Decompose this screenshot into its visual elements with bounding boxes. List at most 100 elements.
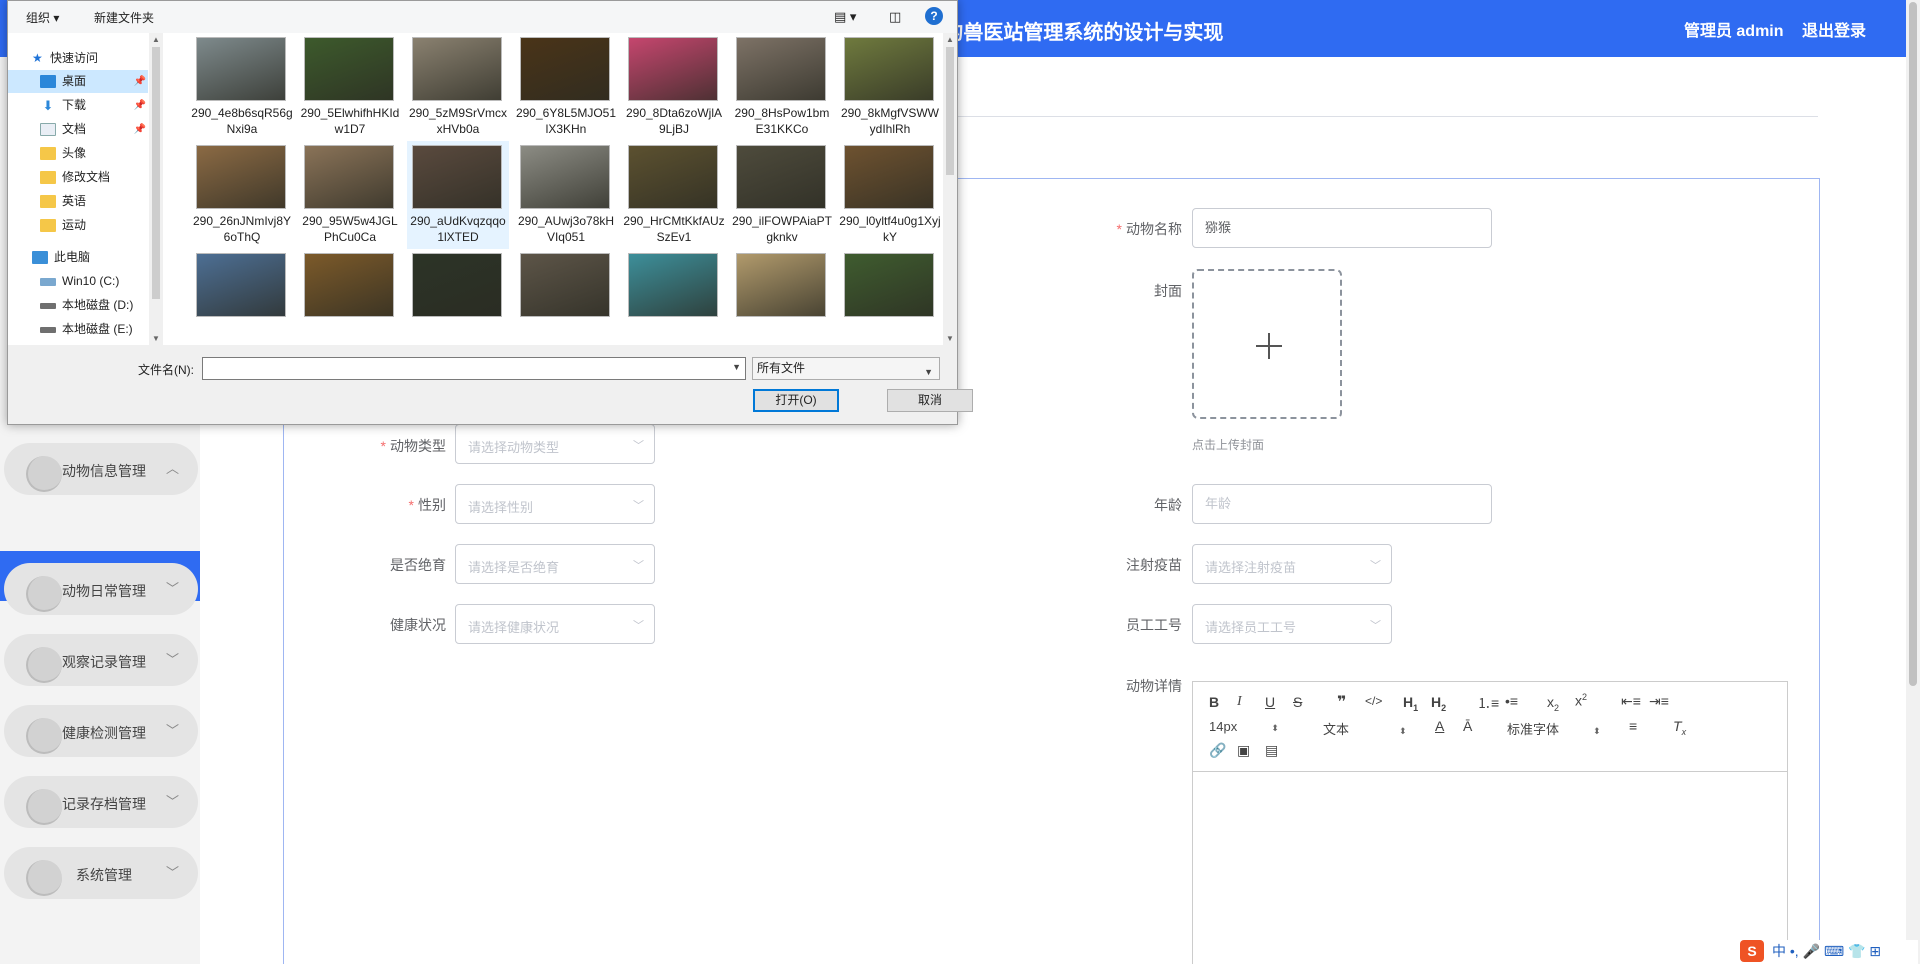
file-item[interactable]: 290_8Dta6zoWjlA9LjBJ xyxy=(623,33,725,141)
sidebar-group-observation[interactable]: 观察记录管理 ﹀ xyxy=(4,634,198,686)
sidebar-group-label: 动物信息管理 xyxy=(62,463,146,479)
code-icon[interactable]: </> xyxy=(1365,694,1382,708)
file-item[interactable]: 290_5ElwhifhHKIdw1D7 xyxy=(299,33,401,141)
image-icon[interactable]: ▣ xyxy=(1237,742,1250,759)
strikethrough-icon[interactable]: S xyxy=(1293,694,1302,710)
nav-desktop[interactable]: 桌面 📌 xyxy=(8,70,148,93)
file-item[interactable]: 290_26nJNmIvj8Y6oThQ xyxy=(191,141,293,249)
file-item[interactable]: 290_HrCMtKkfAUzSzEv1 xyxy=(623,141,725,249)
indent-icon[interactable]: ⇥≡ xyxy=(1649,693,1669,710)
file-item[interactable]: 290_ilFOWPAiaPTgknkv xyxy=(731,141,833,249)
filename-input[interactable]: ▼ xyxy=(202,357,746,380)
blockquote-icon[interactable]: ❞ xyxy=(1337,692,1346,712)
sidebar-group-system[interactable]: 系统管理 ﹀ xyxy=(4,847,198,899)
underline-icon[interactable]: U xyxy=(1265,694,1275,710)
help-icon[interactable]: ? xyxy=(925,7,943,25)
vaccine-select[interactable]: 请选择注射疫苗 ﹀ xyxy=(1192,544,1392,584)
nav-drive-c[interactable]: Win10 (C:) xyxy=(8,270,148,293)
file-item[interactable] xyxy=(191,249,293,345)
scroll-down-icon[interactable]: ▼ xyxy=(946,334,954,343)
new-folder-button[interactable]: 新建文件夹 xyxy=(94,9,154,26)
staff-no-select[interactable]: 请选择员工工号 ﹀ xyxy=(1192,604,1392,644)
heading2-icon[interactable]: H2 xyxy=(1431,694,1446,713)
nav-folder-edit-docs[interactable]: 修改文档 xyxy=(8,166,148,189)
sidebar-group-animal-info[interactable]: 动物信息管理 ︿ xyxy=(4,443,198,495)
gender-select[interactable]: 请选择性别 ﹀ xyxy=(455,484,655,524)
preview-pane-icon[interactable]: ◫ xyxy=(889,9,901,25)
nav-drive-e[interactable]: 本地磁盘 (E:) xyxy=(8,318,148,341)
font-color-icon[interactable]: A xyxy=(1435,718,1444,734)
file-item[interactable]: 290_l0yltf4u0g1XyjkY xyxy=(839,141,941,249)
cover-uploader[interactable] xyxy=(1192,269,1342,419)
file-item[interactable]: 290_8kMgfVSWWydIhlRh xyxy=(839,33,941,141)
video-icon[interactable]: ▤ xyxy=(1265,742,1278,759)
file-grid-scrollbar[interactable]: ▲ ▼ xyxy=(943,33,957,345)
chevron-down-icon: ﹀ xyxy=(1370,620,1381,632)
nav-downloads[interactable]: ⬇ 下载 📌 xyxy=(8,94,148,117)
animal-name-input[interactable]: 猕猴 xyxy=(1192,208,1492,248)
heading1-icon[interactable]: H1 xyxy=(1403,694,1418,713)
chevron-down-icon[interactable]: ▼ xyxy=(732,362,741,372)
health-select[interactable]: 请选择健康状况 ﹀ xyxy=(455,604,655,644)
bullet-list-icon[interactable]: •≡ xyxy=(1505,693,1518,709)
file-item[interactable]: 290_8HsPow1bmE31KKCo xyxy=(731,33,833,141)
subscript-icon[interactable]: x2 xyxy=(1547,694,1559,713)
ime-toolbar[interactable]: S 中 •, 🎤 ⌨ 👕 ⊞ xyxy=(1740,940,1918,964)
sidebar-group-health-check[interactable]: 健康检测管理 ﹀ xyxy=(4,705,198,757)
ordered-list-icon[interactable]: ⒈≡ xyxy=(1477,693,1499,713)
sterilized-label: 是否绝育 xyxy=(390,557,446,573)
link-icon[interactable]: 🔗 xyxy=(1209,742,1226,759)
file-item[interactable]: 290_4e8b6sqR56gNxi9a xyxy=(191,33,293,141)
scroll-up-icon[interactable]: ▲ xyxy=(946,35,954,44)
font-size-select[interactable]: 14px ⬍ xyxy=(1209,719,1279,734)
sidebar-group-daily[interactable]: 动物日常管理 ﹀ xyxy=(4,563,198,615)
file-item[interactable]: 290_6Y8L5MJO51lX3KHn xyxy=(515,33,617,141)
scroll-down-icon[interactable]: ▼ xyxy=(152,334,160,343)
view-options-icon[interactable]: ▤ ▾ xyxy=(834,9,856,25)
file-item[interactable] xyxy=(731,249,833,345)
scroll-up-icon[interactable]: ▲ xyxy=(152,35,160,44)
sidebar-group-archive[interactable]: 记录存档管理 ﹀ xyxy=(4,776,198,828)
italic-icon[interactable]: I xyxy=(1237,694,1242,710)
file-item[interactable] xyxy=(839,249,941,345)
nav-folder-english[interactable]: 英语 xyxy=(8,190,148,213)
clear-format-icon[interactable]: Tx xyxy=(1673,718,1686,737)
document-icon xyxy=(40,123,56,137)
file-type-select[interactable]: 所有文件 ▼ xyxy=(752,357,940,380)
file-item[interactable] xyxy=(623,249,725,345)
animal-type-select[interactable]: 请选择动物类型 ﹀ xyxy=(455,424,655,464)
nav-documents[interactable]: 文档 📌 xyxy=(8,118,148,141)
file-grid-scrollbar-thumb[interactable] xyxy=(946,47,954,175)
page-scrollbar-thumb[interactable] xyxy=(1909,2,1917,686)
file-item[interactable]: 290_AUwj3o78kHVIq051 xyxy=(515,141,617,249)
cancel-button[interactable]: 取消 xyxy=(887,389,973,412)
file-item[interactable] xyxy=(299,249,401,345)
nav-quick-access[interactable]: ★ 快速访问 xyxy=(8,47,148,70)
age-input[interactable]: 年龄 xyxy=(1192,484,1492,524)
align-icon[interactable]: ≡ xyxy=(1629,718,1637,734)
file-item[interactable]: 290_aUdKvqzqqo1lXTED xyxy=(407,141,509,249)
superscript-icon[interactable]: x2 xyxy=(1575,692,1587,709)
bold-icon[interactable]: B xyxy=(1209,694,1219,710)
nav-drive-d[interactable]: 本地磁盘 (D:) xyxy=(8,294,148,317)
age-label: 年龄 xyxy=(1154,497,1182,513)
file-item[interactable]: 290_95W5w4JGLPhCu0Ca xyxy=(299,141,401,249)
page-scrollbar[interactable] xyxy=(1906,0,1920,964)
navigation-scrollbar-thumb[interactable] xyxy=(152,47,160,299)
nav-this-pc[interactable]: 此电脑 xyxy=(8,246,148,269)
logout-link[interactable]: 退出登录 xyxy=(1802,23,1866,40)
nav-folder-sports[interactable]: 运动 xyxy=(8,214,148,237)
outdent-icon[interactable]: ⇤≡ xyxy=(1621,693,1641,710)
font-family-select[interactable]: 标准字体 ⬍ xyxy=(1507,719,1601,738)
file-item[interactable] xyxy=(407,249,509,345)
organize-button[interactable]: 组织 ▾ xyxy=(26,9,59,26)
background-color-icon[interactable]: Ā xyxy=(1463,718,1472,734)
text-type-select[interactable]: 文本 ⬍ xyxy=(1323,719,1407,738)
file-item[interactable] xyxy=(515,249,617,345)
navigation-scrollbar[interactable]: ▲ ▼ xyxy=(149,33,163,345)
file-item[interactable]: 290_5zM9SrVmcxxHVb0a xyxy=(407,33,509,141)
open-button[interactable]: 打开(O) xyxy=(753,389,839,412)
rich-text-editor[interactable]: B I U S ❞ </> H1 H2 ⒈≡ •≡ x2 x2 ⇤≡ ⇥≡ 14… xyxy=(1192,681,1788,964)
nav-folder-avatar[interactable]: 头像 xyxy=(8,142,148,165)
sterilized-select[interactable]: 请选择是否绝育 ﹀ xyxy=(455,544,655,584)
